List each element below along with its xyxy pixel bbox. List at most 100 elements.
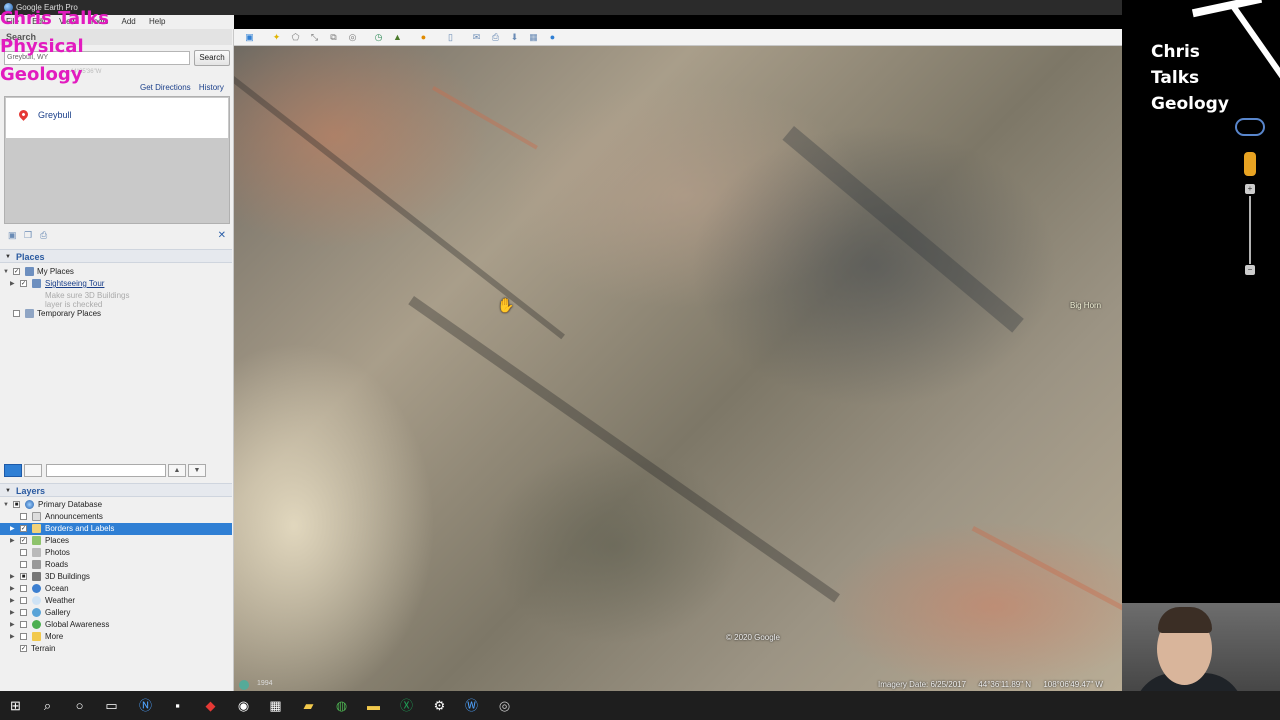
folder-icon[interactable]: ▣ bbox=[8, 231, 17, 240]
view-layers-button[interactable] bbox=[24, 464, 42, 477]
checkbox[interactable] bbox=[20, 609, 27, 616]
search-layers-button[interactable] bbox=[4, 464, 22, 477]
sidebar-toggle-icon[interactable]: ▣ bbox=[243, 31, 256, 43]
expand-arrow-icon[interactable]: ▶ bbox=[10, 619, 15, 631]
search-result-item[interactable]: Greybull bbox=[6, 98, 228, 138]
expand-arrow-icon[interactable]: ▶ bbox=[10, 571, 15, 583]
cortana-icon[interactable]: ○ bbox=[72, 698, 87, 713]
checkbox[interactable] bbox=[13, 310, 20, 317]
planets-icon[interactable]: ● bbox=[417, 31, 430, 43]
places-panel-header[interactable]: Places bbox=[0, 249, 232, 264]
windows-start-icon[interactable]: ⊞ bbox=[8, 698, 23, 713]
collapse-arrow-icon[interactable]: ▼ bbox=[3, 499, 9, 511]
tree-item-sightseeing-tour[interactable]: ▶ ✓ Sightseeing Tour bbox=[0, 278, 232, 290]
layer-weather[interactable]: ▶ Weather bbox=[0, 595, 232, 607]
history-link[interactable]: History bbox=[199, 83, 224, 92]
expand-arrow-icon[interactable]: ▶ bbox=[10, 583, 15, 595]
copy-icon[interactable]: ❐ bbox=[24, 231, 33, 240]
search-button[interactable]: Search bbox=[194, 50, 230, 66]
move-down-button[interactable]: ▼ bbox=[188, 464, 206, 477]
historical-imagery-icon[interactable]: ◷ bbox=[372, 31, 385, 43]
layer-announcements[interactable]: Announcements bbox=[0, 511, 232, 523]
word-icon[interactable]: Ⓦ bbox=[464, 698, 479, 713]
map-view[interactable] bbox=[234, 46, 1122, 691]
checkbox[interactable]: ✓ bbox=[20, 645, 27, 652]
layer-gallery[interactable]: ▶ Gallery bbox=[0, 607, 232, 619]
checkbox[interactable] bbox=[20, 597, 27, 604]
add-polygon-icon[interactable]: ⬠ bbox=[289, 31, 302, 43]
media-player-icon[interactable]: ▪ bbox=[170, 698, 185, 713]
layer-ocean[interactable]: ▶ Ocean bbox=[0, 583, 232, 595]
excel-icon[interactable]: Ⓧ bbox=[399, 698, 414, 713]
chrome-icon[interactable]: ◍ bbox=[334, 698, 349, 713]
expand-arrow-icon[interactable]: ▶ bbox=[10, 278, 15, 290]
get-directions-link[interactable]: Get Directions bbox=[140, 83, 191, 92]
checkbox[interactable] bbox=[20, 549, 27, 556]
task-view-icon[interactable]: ▭ bbox=[104, 698, 119, 713]
close-icon[interactable]: ✕ bbox=[218, 230, 226, 241]
layers-filter-input[interactable] bbox=[46, 464, 166, 477]
print-icon[interactable]: ⎙ bbox=[40, 231, 49, 240]
print-icon[interactable]: ⎙ bbox=[489, 31, 502, 43]
add-path-icon[interactable]: ⤡ bbox=[308, 31, 321, 43]
checkbox[interactable]: ✓ bbox=[20, 537, 27, 544]
checkbox[interactable]: ■ bbox=[20, 573, 27, 580]
email-icon[interactable]: ✉ bbox=[470, 31, 483, 43]
checkbox[interactable]: ✓ bbox=[13, 268, 20, 275]
checkbox[interactable]: ✓ bbox=[20, 525, 27, 532]
tree-item-temporary-places[interactable]: Temporary Places bbox=[0, 308, 232, 320]
folder-icon bbox=[32, 632, 41, 641]
layer-more[interactable]: ▶ More bbox=[0, 631, 232, 643]
expand-arrow-icon[interactable]: ▶ bbox=[10, 607, 15, 619]
app-gear-icon[interactable]: ⚙ bbox=[432, 698, 447, 713]
menu-help[interactable]: Help bbox=[149, 17, 165, 26]
save-image-icon[interactable]: ⬇ bbox=[508, 31, 521, 43]
compass-ring-icon[interactable] bbox=[1235, 118, 1265, 136]
checkbox[interactable] bbox=[20, 585, 27, 592]
checkbox[interactable] bbox=[20, 633, 27, 640]
layer-places[interactable]: ▶ ✓ Places bbox=[0, 535, 232, 547]
expand-arrow-icon[interactable]: ▶ bbox=[10, 631, 15, 643]
checkbox[interactable]: ✓ bbox=[20, 280, 27, 287]
checkbox[interactable] bbox=[20, 621, 27, 628]
record-tour-icon[interactable]: ◎ bbox=[346, 31, 359, 43]
app-n-icon[interactable]: Ⓝ bbox=[138, 698, 153, 713]
layer-roads[interactable]: Roads bbox=[0, 559, 232, 571]
ruler-icon[interactable]: ▯ bbox=[444, 31, 457, 43]
expand-arrow-icon[interactable]: ▶ bbox=[10, 523, 15, 535]
tree-item-my-places[interactable]: ▼ ✓ My Places bbox=[0, 266, 232, 278]
layer-borders-and-labels[interactable]: ▶ ✓ Borders and Labels bbox=[0, 523, 232, 535]
collapse-arrow-icon[interactable]: ▼ bbox=[3, 266, 9, 278]
layer-photos[interactable]: Photos bbox=[0, 547, 232, 559]
checkbox[interactable] bbox=[20, 561, 27, 568]
zoom-slider[interactable] bbox=[1249, 196, 1251, 264]
move-up-button[interactable]: ▲ bbox=[168, 464, 186, 477]
map-place-label[interactable]: Big Horn bbox=[1070, 301, 1101, 310]
expand-arrow-icon[interactable]: ▶ bbox=[10, 595, 15, 607]
zoom-in-button[interactable]: + bbox=[1245, 184, 1255, 194]
zoom-out-button[interactable]: − bbox=[1245, 265, 1255, 275]
file-explorer-icon[interactable]: ▬ bbox=[366, 698, 381, 713]
terrain-band bbox=[432, 86, 538, 150]
layer-primary-database[interactable]: ▼ ■ Primary Database bbox=[0, 499, 232, 511]
layer-3d-buildings[interactable]: ▶ ■ 3D Buildings bbox=[0, 571, 232, 583]
add-placemark-icon[interactable]: ✦ bbox=[270, 31, 283, 43]
earth-icon[interactable]: ● bbox=[546, 31, 559, 43]
checkbox[interactable]: ■ bbox=[13, 501, 20, 508]
obs-icon[interactable]: ◉ bbox=[236, 698, 251, 713]
view-in-maps-icon[interactable]: ▦ bbox=[527, 31, 540, 43]
search-icon[interactable]: ⌕ bbox=[40, 698, 55, 713]
calculator-icon[interactable]: ▦ bbox=[268, 698, 283, 713]
checkbox[interactable] bbox=[20, 513, 27, 520]
google-earth-taskbar-icon[interactable]: ◎ bbox=[497, 698, 512, 713]
sticky-notes-icon[interactable]: ▰ bbox=[301, 698, 316, 713]
layer-terrain[interactable]: ✓ Terrain bbox=[0, 643, 232, 655]
menu-add[interactable]: Add bbox=[122, 17, 136, 26]
app-red-icon[interactable]: ◆ bbox=[203, 698, 218, 713]
street-view-pegman-icon[interactable] bbox=[1244, 152, 1256, 176]
layer-global-awareness[interactable]: ▶ Global Awareness bbox=[0, 619, 232, 631]
layers-panel-header[interactable]: Layers bbox=[0, 483, 232, 498]
add-overlay-icon[interactable]: ⧉ bbox=[327, 31, 340, 43]
sunlight-icon[interactable]: ▲ bbox=[391, 31, 404, 43]
expand-arrow-icon[interactable]: ▶ bbox=[10, 535, 15, 547]
